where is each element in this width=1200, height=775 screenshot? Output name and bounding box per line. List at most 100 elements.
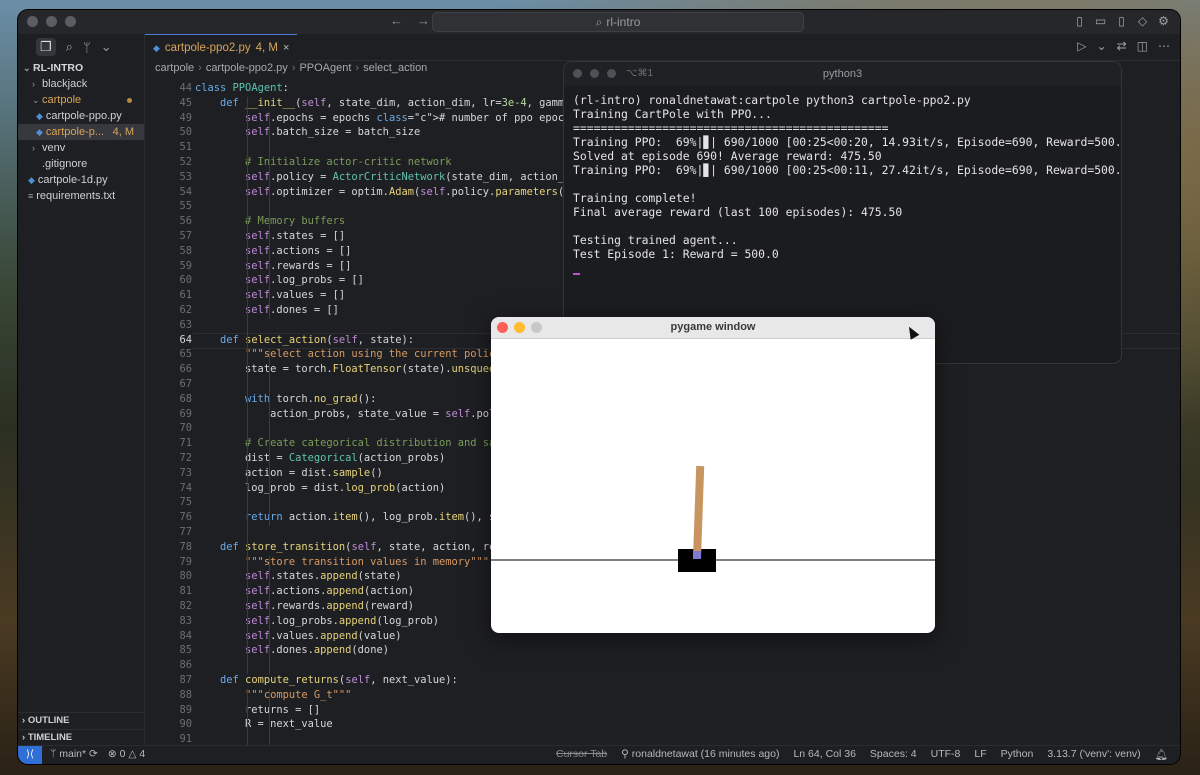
outline-section[interactable]: › OUTLINE — [18, 712, 144, 729]
terminal-line: Test Episode 1: Reward = 500.0 — [573, 247, 779, 261]
cursor-position[interactable]: Ln 64, Col 36 — [793, 748, 855, 761]
breadcrumb-item[interactable]: cartpole-ppo2.py — [206, 62, 288, 74]
tree-item-cartpole-ppo2[interactable]: ◆ cartpole-p... 4, M — [18, 124, 144, 140]
code-line: def compute_returns(self, next_value): — [220, 674, 458, 686]
gear-icon[interactable]: ⚙ — [1157, 14, 1170, 28]
bell-icon[interactable]: 🔔︎ — [1155, 748, 1168, 761]
line-number: 58 — [179, 244, 192, 257]
compare-icon[interactable]: ⇄ — [1117, 39, 1127, 53]
problems-indicator[interactable]: ⊗ 0 △ 4 — [108, 748, 145, 760]
run-icon[interactable]: ▷ — [1077, 39, 1086, 53]
search-icon: ⌕ — [595, 14, 603, 29]
back-arrow-icon[interactable]: ← — [390, 13, 403, 28]
indent-guide — [269, 348, 270, 526]
line-number: 86 — [179, 659, 192, 672]
terminal-line: ========================================… — [573, 121, 889, 135]
encoding[interactable]: UTF-8 — [931, 748, 961, 761]
code-line: returns = [] — [195, 703, 321, 716]
command-center-search[interactable]: ⌕ rl-intro — [432, 12, 804, 32]
toggle-panel-icon[interactable]: ▭ — [1094, 14, 1107, 28]
indentation[interactable]: Spaces: 4 — [870, 748, 917, 761]
chevron-down-icon[interactable]: ⌄ — [1097, 39, 1107, 53]
timeline-section[interactable]: › TIMELINE — [18, 729, 144, 746]
chevron-down-icon[interactable]: ⌄ — [101, 39, 112, 55]
editor-actions: ▷ ⌄ ⇄ ◫ ⋯ — [1077, 39, 1170, 53]
code-line: self.log_probs.append(log_prob) — [245, 614, 440, 627]
close-window-button[interactable] — [27, 16, 38, 27]
branch-indicator[interactable]: ᛘ main* ⟳ — [50, 748, 98, 760]
line-number: 82 — [179, 600, 192, 612]
breadcrumb-item[interactable]: select_action — [363, 62, 427, 74]
code-line: self.values = [] — [245, 289, 346, 302]
tree-item-venv[interactable]: › venv — [18, 140, 144, 156]
python-interpreter[interactable]: 3.13.7 ('venv': venv) — [1047, 748, 1140, 761]
text-file-icon: ≡ — [28, 191, 34, 201]
indent-guide — [269, 688, 270, 746]
toggle-sidebar-icon[interactable]: ▯ — [1073, 14, 1086, 28]
remote-icon[interactable]: ⟩⟨ — [18, 746, 42, 764]
status-right: Cursor Tab ⚲ ronaldnetawat (16 minutes a… — [556, 748, 1168, 761]
breadcrumb-item[interactable]: cartpole — [155, 62, 194, 74]
code-line: state = torch.FloatTensor(state).unsquee… — [195, 363, 520, 376]
line-number: 79 — [179, 555, 192, 568]
tree-item-blackjack[interactable]: › blackjack — [18, 76, 144, 92]
pygame-window[interactable]: pygame window — [491, 317, 935, 633]
indent-guide — [269, 111, 270, 319]
python-file-icon: ◆ — [28, 175, 35, 185]
terminal-line: Training CartPole with PPO... — [573, 107, 772, 121]
zoom-window-button[interactable] — [65, 16, 76, 27]
code-line: with torch.no_grad(): — [245, 392, 377, 405]
line-number: 52 — [179, 156, 192, 168]
indent-guide — [247, 96, 248, 349]
split-editor-icon[interactable]: ◫ — [1137, 39, 1148, 53]
indent-guide — [247, 540, 248, 674]
tree-item-cartpole-1d[interactable]: ◆ cartpole-1d.py — [18, 172, 144, 188]
line-number: 87 — [179, 674, 192, 686]
terminal-cursor-line — [573, 261, 1112, 275]
files-icon[interactable]: ❐ — [36, 38, 56, 56]
breadcrumb-item[interactable]: PPOAgent — [299, 62, 351, 74]
error-icon: ⊗ — [107, 748, 117, 760]
tab-label: cartpole-ppo2.py — [164, 42, 251, 54]
cube-icon[interactable]: ◇ — [1136, 14, 1149, 28]
tab-cartpole-ppo2[interactable]: ◆ cartpole-ppo2.py 4, M × — [145, 34, 298, 61]
more-icon[interactable]: ⋯ — [1158, 39, 1170, 53]
search-icon[interactable]: ⌕ — [66, 39, 73, 55]
tree-item-cartpole[interactable]: ⌄ cartpole — [18, 92, 144, 108]
code-line: self.actions.append(action) — [245, 585, 414, 598]
line-number: 68 — [179, 392, 192, 405]
code-line: # Memory buffers — [195, 215, 346, 228]
close-icon[interactable]: × — [283, 42, 289, 54]
minimize-window-button[interactable] — [46, 16, 57, 27]
code-line: self.log_probs = [] — [245, 274, 364, 287]
chevron-right-icon: › — [32, 143, 35, 153]
line-number: 55 — [179, 200, 192, 213]
code-line: self.optimizer = optim.Adam(self.policy.… — [245, 185, 595, 198]
line-endings[interactable]: LF — [974, 748, 986, 761]
branch-icon: ᛘ — [50, 748, 57, 760]
cursor-tab-status[interactable]: Cursor Tab — [556, 748, 607, 761]
line-number: 69 — [179, 407, 192, 420]
terminal-line: Training PPO: 69%|▊| 690/1000 [00:25<00:… — [573, 163, 1122, 177]
line-number: 64 — [179, 333, 192, 346]
language-mode[interactable]: Python — [1001, 748, 1034, 761]
explorer-root[interactable]: ⌄ RL-INTRO — [18, 60, 144, 76]
chevron-right-icon: › — [32, 79, 35, 89]
git-blame[interactable]: ⚲ ronaldnetawat (16 minutes ago) — [621, 748, 779, 761]
indent-guide — [269, 555, 270, 674]
code-line: self.batch_size = batch_size — [245, 126, 421, 139]
line-number: 83 — [179, 614, 192, 627]
code-line: """store transition values in memory""" — [195, 555, 490, 568]
line-number: 62 — [179, 304, 192, 316]
tree-item-gitignore[interactable]: .gitignore — [18, 156, 144, 172]
tree-item-requirements[interactable]: ≡ requirements.txt — [18, 188, 144, 204]
source-control-icon[interactable]: ᛘ — [83, 40, 91, 55]
nav-arrows: ← → — [390, 13, 430, 28]
tree-item-cartpole-ppo[interactable]: ◆ cartpole-ppo.py — [18, 108, 144, 124]
forward-arrow-icon[interactable]: → — [417, 13, 430, 28]
toggle-secondary-sidebar-icon[interactable]: ▯ — [1115, 14, 1128, 28]
terminal-output[interactable]: (rl-intro) ronaldnetawat:cartpole python… — [564, 86, 1121, 282]
line-number: 75 — [179, 496, 192, 509]
code-line: def store_transition(self, state, action… — [220, 540, 515, 553]
terminal-title: python3 — [822, 68, 863, 80]
